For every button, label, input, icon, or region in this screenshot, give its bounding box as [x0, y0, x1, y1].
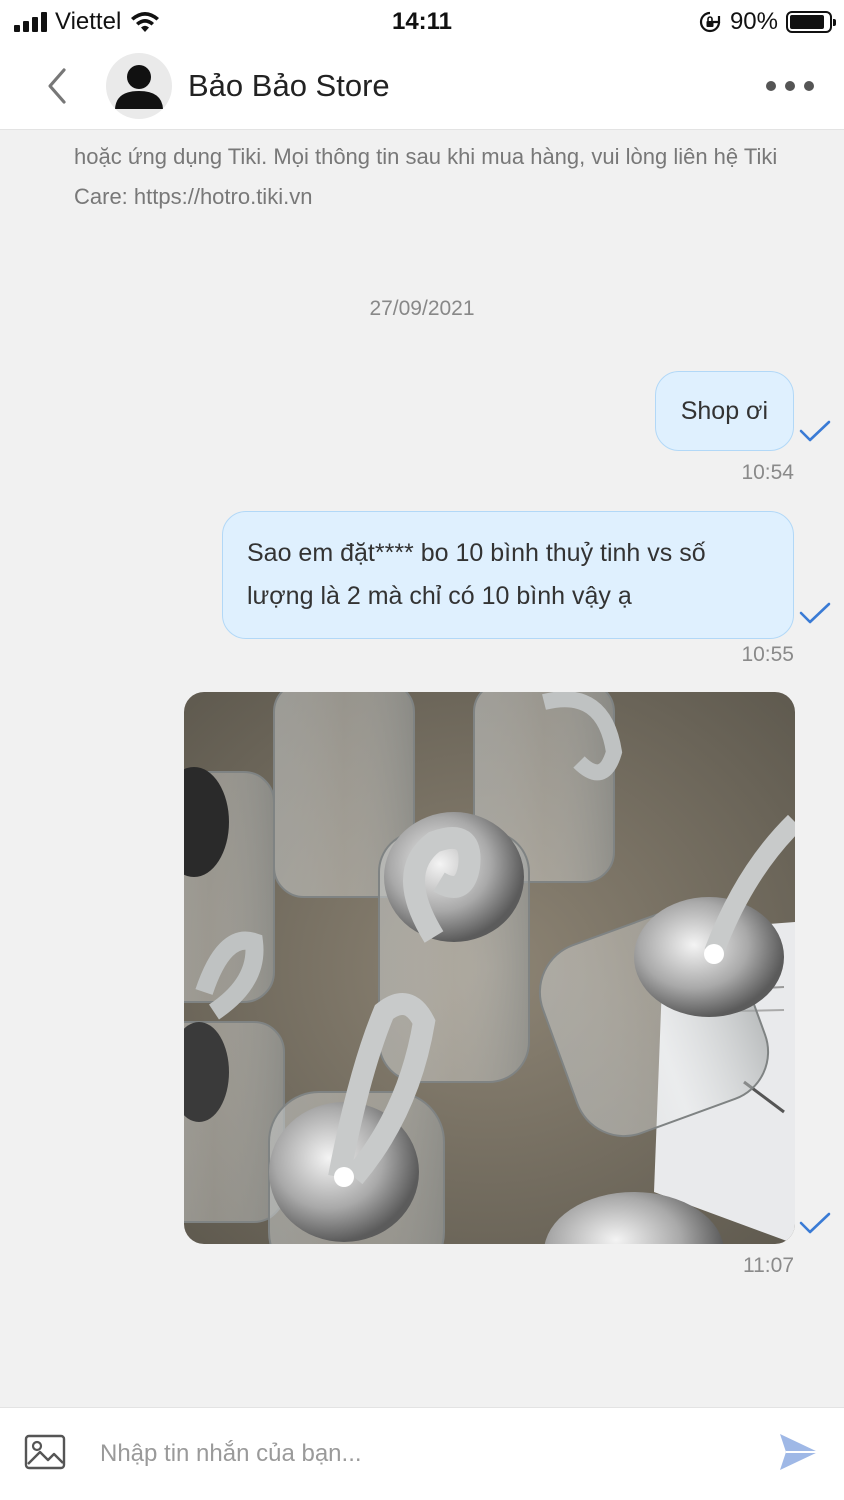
send-icon[interactable] [778, 1432, 820, 1472]
dot-icon [785, 81, 795, 91]
battery-fill [790, 15, 825, 29]
back-button[interactable] [40, 64, 74, 108]
message-time: 10:55 [741, 643, 794, 666]
date-separator: 27/09/2021 [369, 297, 475, 320]
sent-check-icon [799, 1212, 831, 1234]
store-avatar[interactable] [106, 53, 172, 119]
more-options-button[interactable] [766, 74, 814, 98]
message-input[interactable] [100, 1432, 740, 1476]
sent-check-icon [799, 602, 831, 624]
status-right: 90% [698, 8, 836, 36]
store-name: Bảo Bảo Store [188, 68, 390, 103]
dot-icon [804, 81, 814, 91]
system-message: hoặc ứng dụng Tiki. Mọi thông tin sau kh… [74, 144, 778, 209]
message-time: 10:54 [741, 461, 794, 484]
dot-icon [766, 81, 776, 91]
user-avatar-icon [115, 65, 163, 109]
message-photo[interactable] [184, 692, 795, 1244]
message-time: 11:07 [743, 1254, 794, 1277]
battery-percent: 90% [729, 8, 778, 35]
attach-image-icon[interactable] [24, 1434, 66, 1470]
photo-glass-bottles [184, 692, 795, 1244]
chat-header: Bảo Bảo Store [0, 44, 844, 130]
message-bubble[interactable]: Shop ơi [654, 371, 794, 451]
message-input-bar [0, 1407, 844, 1500]
status-bar: Viettel 14:11 90% [0, 0, 844, 44]
message-bubble[interactable]: Sao em đặt**** bo 10 bình thuỷ tinh vs s… [222, 511, 794, 639]
chat-area[interactable]: hoặc ứng dụng Tiki. Mọi thông tin sau kh… [0, 131, 844, 1407]
sent-check-icon [799, 420, 831, 442]
battery-icon [786, 11, 836, 33]
rotation-lock-icon [699, 11, 721, 33]
